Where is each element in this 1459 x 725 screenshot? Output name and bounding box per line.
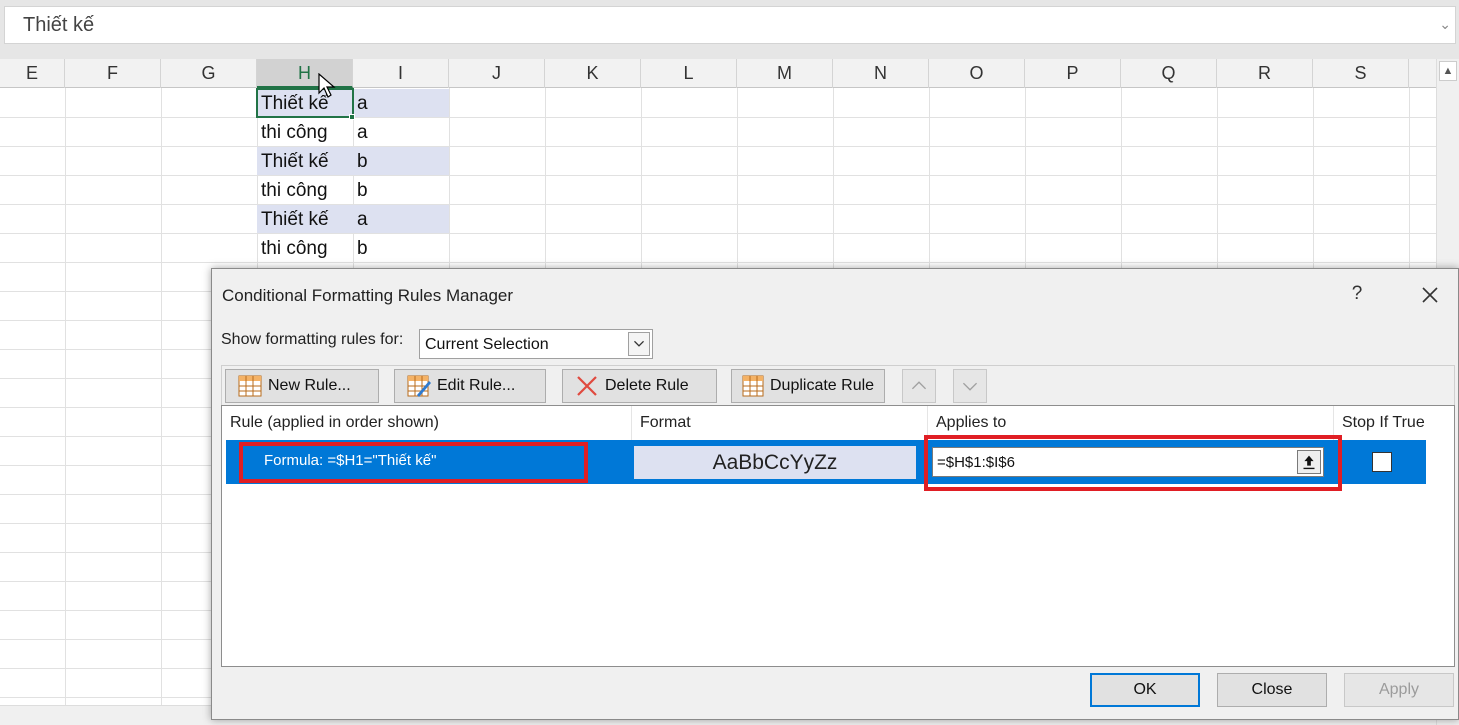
delete-rule-label: Delete Rule — [605, 377, 689, 394]
column-header-format: Format — [632, 406, 928, 440]
cell-i5[interactable]: a — [353, 205, 449, 233]
delete-icon — [577, 376, 597, 396]
chevron-up-icon — [911, 381, 927, 390]
gridline-horizontal — [0, 233, 1436, 234]
column-header-stop-if-true: Stop If True — [1342, 414, 1425, 431]
column-header-rule: Rule (applied in order shown) — [222, 406, 632, 440]
column-header-g[interactable]: G — [161, 59, 257, 88]
new-rule-label: New Rule... — [268, 377, 351, 394]
column-header-e[interactable]: E — [0, 59, 65, 88]
column-header-q[interactable]: Q — [1121, 59, 1217, 88]
cell-h6[interactable]: thi công — [257, 234, 353, 262]
cell-i3[interactable]: b — [353, 147, 449, 175]
cell-h5[interactable]: Thiết kế — [257, 205, 353, 233]
column-header-i[interactable]: I — [353, 59, 449, 88]
cell-h2[interactable]: thi công — [257, 118, 353, 146]
annotation-box-applies-to — [924, 435, 1342, 491]
annotation-box-formula — [239, 442, 588, 483]
mouse-cursor-icon — [318, 73, 336, 98]
column-header-r[interactable]: R — [1217, 59, 1313, 88]
column-header-f[interactable]: F — [65, 59, 161, 88]
chevron-down-icon — [962, 382, 978, 391]
duplicate-rule-label: Duplicate Rule — [770, 377, 875, 394]
new-rule-icon — [238, 375, 262, 397]
rules-toolbar: New Rule... Edit Rule... Delete Rule Dup… — [221, 365, 1455, 405]
column-header-k[interactable]: K — [545, 59, 641, 88]
column-header-l[interactable]: L — [641, 59, 737, 88]
gridline-horizontal — [0, 117, 1436, 118]
formula-bar: Thiết kế ⌄ — [0, 0, 1459, 52]
column-header-n[interactable]: N — [833, 59, 929, 88]
show-rules-label: Show formatting rules for: — [221, 331, 404, 348]
ok-button[interactable]: OK — [1090, 673, 1200, 707]
cell-h4[interactable]: thi công — [257, 176, 353, 204]
gridline-horizontal — [0, 204, 1436, 205]
cell-i6[interactable]: b — [353, 234, 449, 262]
scope-dropdown-value: Current Selection — [425, 336, 549, 353]
cell-i1[interactable]: a — [353, 89, 449, 117]
chevron-down-icon[interactable]: ⌄ — [1439, 16, 1451, 33]
column-header-j[interactable]: J — [449, 59, 545, 88]
cell-i4[interactable]: b — [353, 176, 449, 204]
stop-if-true-checkbox[interactable] — [1372, 452, 1392, 472]
scroll-up-arrow-icon[interactable]: ▲ — [1439, 61, 1457, 81]
cell-i2[interactable]: a — [353, 118, 449, 146]
chevron-down-icon[interactable] — [628, 332, 650, 356]
column-header-bar: E F G H I J K L M N O P Q R S — [0, 59, 1436, 88]
new-rule-button[interactable]: New Rule... — [225, 369, 379, 403]
close-icon[interactable] — [1416, 281, 1444, 309]
help-button[interactable]: ? — [1344, 283, 1370, 305]
column-header-p[interactable]: P — [1025, 59, 1121, 88]
move-up-button[interactable] — [902, 369, 936, 403]
delete-rule-button[interactable]: Delete Rule — [562, 369, 717, 403]
edit-rule-label: Edit Rule... — [437, 377, 516, 394]
close-button[interactable]: Close — [1217, 673, 1327, 707]
column-header-s[interactable]: S — [1313, 59, 1409, 88]
rules-list[interactable]: Rule (applied in order shown) Format App… — [221, 405, 1455, 667]
cell-h3[interactable]: Thiết kế — [257, 147, 353, 175]
duplicate-rule-button[interactable]: Duplicate Rule — [731, 369, 885, 403]
duplicate-rule-icon — [742, 375, 764, 397]
column-header-m[interactable]: M — [737, 59, 833, 88]
edit-rule-button[interactable]: Edit Rule... — [394, 369, 546, 403]
gridline-vertical — [161, 88, 162, 705]
edit-rule-icon — [407, 375, 431, 397]
apply-button[interactable]: Apply — [1344, 673, 1454, 707]
scope-dropdown[interactable]: Current Selection — [419, 329, 653, 359]
formula-input[interactable]: Thiết kế — [4, 6, 1456, 44]
gridline-horizontal — [0, 175, 1436, 176]
gridline-horizontal — [0, 146, 1436, 147]
column-header-o[interactable]: O — [929, 59, 1025, 88]
gridline-vertical — [65, 88, 66, 705]
dialog-title: Conditional Formatting Rules Manager — [222, 286, 514, 305]
active-cell-border — [256, 88, 354, 118]
gridline-horizontal — [0, 262, 1436, 263]
conditional-formatting-dialog: Conditional Formatting Rules Manager ? S… — [211, 268, 1459, 720]
fill-handle[interactable] — [349, 114, 355, 120]
column-header-h[interactable]: H — [257, 59, 353, 88]
move-down-button[interactable] — [953, 369, 987, 403]
format-preview: AaBbCcYyZz — [634, 446, 916, 479]
